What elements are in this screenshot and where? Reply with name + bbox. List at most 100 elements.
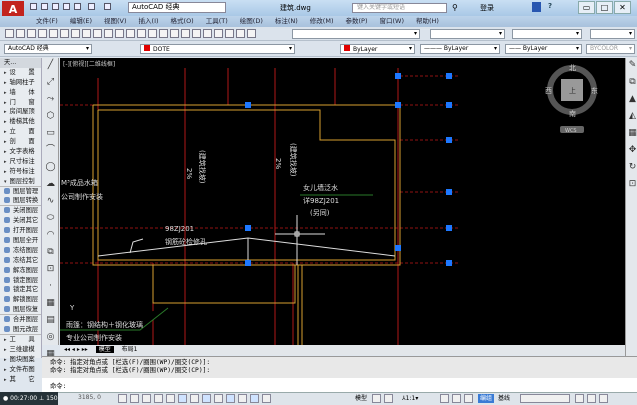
lineweight-dropdown[interactable]: —— ByLayer xyxy=(505,44,582,54)
mirror-icon[interactable]: ▲ xyxy=(626,93,637,106)
quick-properties-toggle[interactable] xyxy=(262,394,271,403)
undo-icon[interactable] xyxy=(88,3,95,10)
close-button[interactable]: ✕ xyxy=(614,1,631,14)
sidebar-header[interactable]: 天... xyxy=(0,58,41,68)
baseline-toggle[interactable]: 基线 xyxy=(498,394,510,403)
copy-icon[interactable]: ⧉ xyxy=(626,76,637,89)
new-icon[interactable] xyxy=(5,29,14,38)
infer-constraints-toggle[interactable] xyxy=(118,394,127,403)
sidebar-item[interactable]: ▸ 轴网柱子 xyxy=(0,78,41,88)
make-block-icon[interactable]: ⊡ xyxy=(44,263,57,276)
sidebar-item[interactable]: ▸ 其 它 xyxy=(0,375,41,385)
print-icon[interactable] xyxy=(38,29,47,38)
menu-view[interactable]: 视图(V) xyxy=(98,16,133,27)
sidebar-item[interactable]: ▸ 墙 体 xyxy=(0,88,41,98)
tool-palette-icon[interactable] xyxy=(203,29,212,38)
sidebar-item[interactable]: 图层转换 xyxy=(0,196,41,207)
scale-icon[interactable]: ⊡ xyxy=(626,178,637,191)
zoom-previous-icon[interactable] xyxy=(170,29,179,38)
table-style-dropdown[interactable] xyxy=(512,29,582,39)
offset-icon[interactable]: ◭ xyxy=(626,110,637,123)
osnap-toggle[interactable] xyxy=(178,394,187,403)
sidebar-item[interactable]: 解冻图层 xyxy=(0,266,41,276)
help-icon[interactable] xyxy=(247,29,256,38)
annotation-visibility-icon[interactable] xyxy=(440,394,449,403)
rectangle-icon[interactable]: ▭ xyxy=(44,127,57,140)
3dosnap-toggle[interactable] xyxy=(190,394,199,403)
sidebar-item[interactable]: 图层全开 xyxy=(0,236,41,246)
sidebar-item[interactable]: 图层恢复 xyxy=(0,305,41,316)
mleader-style-dropdown[interactable] xyxy=(590,29,635,39)
menu-file[interactable]: 文件(F) xyxy=(30,16,64,27)
lineweight-toggle[interactable] xyxy=(238,394,247,403)
arc-icon[interactable]: ⌒ xyxy=(44,144,57,157)
ortho-toggle[interactable] xyxy=(154,394,163,403)
tangent-status-buttons[interactable] xyxy=(520,394,570,403)
model-button[interactable]: 模型 xyxy=(355,394,367,403)
sidebar-item[interactable]: ▸ 设 置 xyxy=(0,68,41,78)
move-icon[interactable]: ✥ xyxy=(626,144,637,157)
color-dropdown[interactable]: ByLayer xyxy=(340,44,415,54)
match-icon[interactable] xyxy=(104,29,113,38)
workspace-switch-icon[interactable] xyxy=(452,394,461,403)
tab-layout1[interactable]: 布局1 xyxy=(122,346,138,353)
copy-icon[interactable] xyxy=(82,29,91,38)
ducs-toggle[interactable] xyxy=(214,394,223,403)
login-button[interactable]: 登录 xyxy=(480,3,494,13)
redo-icon[interactable] xyxy=(126,29,135,38)
menu-window[interactable]: 窗口(W) xyxy=(373,16,410,27)
menu-modify[interactable]: 修改(M) xyxy=(304,16,340,27)
gradient-icon[interactable]: ▤ xyxy=(44,314,57,327)
quick-view-drawings-icon[interactable] xyxy=(384,394,393,403)
array-icon[interactable]: ▦ xyxy=(626,127,637,140)
paste-icon[interactable] xyxy=(93,29,102,38)
otrack-toggle[interactable] xyxy=(202,394,211,403)
menu-format[interactable]: 格式(O) xyxy=(165,16,200,27)
sidebar-item[interactable]: 关闭图层 xyxy=(0,206,41,216)
insert-block-icon[interactable]: ⧉ xyxy=(44,246,57,259)
menu-edit[interactable]: 编辑(E) xyxy=(64,16,98,27)
sidebar-item[interactable]: 图层管理 xyxy=(0,187,41,197)
saveas-icon[interactable] xyxy=(63,3,70,10)
snap-toggle[interactable] xyxy=(130,394,139,403)
polygon-icon[interactable]: ⬡ xyxy=(44,110,57,123)
linetype-dropdown[interactable]: ——— ByLayer xyxy=(420,44,500,54)
spline-icon[interactable]: ∿ xyxy=(44,195,57,208)
sidebar-item[interactable]: 图元改层 xyxy=(0,325,41,335)
design-center-icon[interactable] xyxy=(192,29,201,38)
plotstyle-dropdown[interactable]: BYCOLOR xyxy=(586,44,635,54)
sidebar-item[interactable]: ▸ 剖 面 xyxy=(0,137,41,147)
sidebar-item[interactable]: ▸ 图块图案 xyxy=(0,355,41,365)
binoculars-icon[interactable]: ⚲ xyxy=(452,3,458,12)
transparency-toggle[interactable] xyxy=(250,394,259,403)
cut-icon[interactable] xyxy=(71,29,80,38)
region-icon[interactable]: ◎ xyxy=(44,331,57,344)
print-icon[interactable] xyxy=(74,3,81,10)
lock-icon[interactable] xyxy=(464,394,473,403)
sidebar-item[interactable]: 关闭其它 xyxy=(0,216,41,226)
sidebar-item[interactable]: ▸ 三维建模 xyxy=(0,345,41,355)
properties-icon[interactable] xyxy=(181,29,190,38)
sidebar-item[interactable]: ▸ 门 窗 xyxy=(0,98,41,108)
preview-icon[interactable] xyxy=(49,29,58,38)
sheet-set-icon[interactable] xyxy=(214,29,223,38)
sidebar-item[interactable]: ▸ 楼梯其他 xyxy=(0,117,41,127)
exchange-icon[interactable] xyxy=(532,2,541,12)
redo-icon[interactable] xyxy=(104,3,111,10)
pan-icon[interactable] xyxy=(137,29,146,38)
ellipse-icon[interactable]: ⬭ xyxy=(44,212,57,225)
sidebar-item[interactable]: ▸ 文件布图 xyxy=(0,365,41,375)
menu-parameters[interactable]: 参数(P) xyxy=(339,16,373,27)
maximize-button[interactable]: □ xyxy=(596,1,613,14)
annotation-scale[interactable]: ⅄1:1▾ xyxy=(402,394,418,403)
sidebar-item[interactable]: 解锁图层 xyxy=(0,295,41,305)
sidebar-item[interactable]: ▸ 文字表格 xyxy=(0,147,41,157)
sidebar-item[interactable]: 打开图层 xyxy=(0,226,41,236)
polyline-icon[interactable]: ⤳ xyxy=(44,93,57,106)
open-icon[interactable] xyxy=(16,29,25,38)
search-input[interactable]: 键入关键字或短语 xyxy=(352,3,447,13)
clean-screen-icon[interactable] xyxy=(599,394,608,403)
hatch-icon[interactable]: ▦ xyxy=(44,297,57,310)
tab-nav-arrows[interactable]: ◂◂ ◂ ▸ ▸▸ xyxy=(64,346,88,353)
workspace-dropdown[interactable]: AutoCAD 经典 xyxy=(4,44,92,54)
